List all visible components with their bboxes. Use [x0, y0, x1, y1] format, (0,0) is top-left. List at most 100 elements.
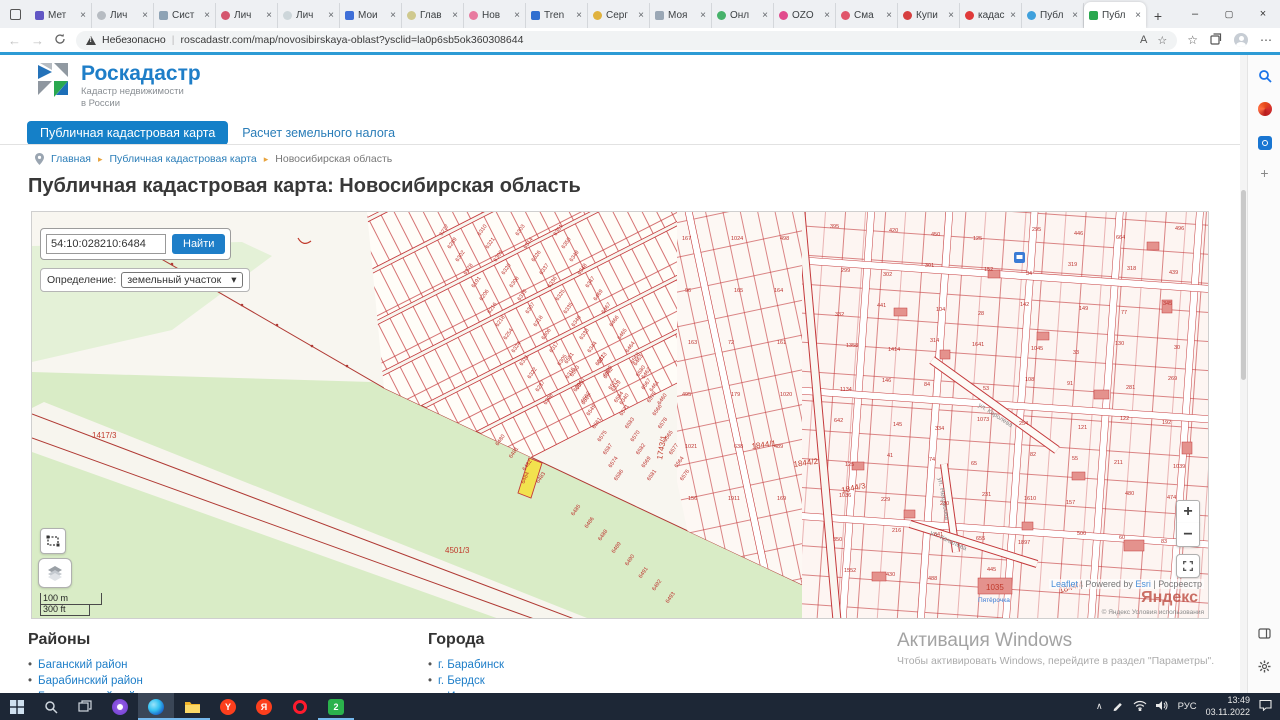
- browser-tab[interactable]: Лич×: [278, 3, 340, 28]
- scrollbar-thumb[interactable]: [1241, 190, 1246, 380]
- city-link[interactable]: г. Барабинск: [438, 659, 504, 671]
- tab-public-map[interactable]: Публичная кадастровая карта: [27, 121, 228, 145]
- fullscreen-button[interactable]: [1176, 554, 1200, 578]
- notification-icon[interactable]: [1259, 698, 1272, 716]
- city-link[interactable]: г. Бердск: [438, 675, 485, 687]
- browser-tab[interactable]: Tren×: [526, 3, 588, 28]
- tab-close-icon[interactable]: ×: [1135, 10, 1141, 21]
- browser-tab[interactable]: Публ×: [1022, 3, 1084, 28]
- browser-tab[interactable]: Моя×: [650, 3, 712, 28]
- district-link[interactable]: Барабинский район: [38, 675, 143, 687]
- yandex-terms[interactable]: © Яндекс Условия использования: [1102, 609, 1204, 616]
- sidebar-search-icon[interactable]: [1256, 67, 1273, 84]
- volume-icon[interactable]: [1156, 698, 1169, 716]
- tab-close-icon[interactable]: ×: [390, 10, 396, 21]
- taskbar-search-icon[interactable]: [34, 693, 68, 720]
- zoom-out-button[interactable]: −: [1176, 523, 1200, 547]
- browser-tab[interactable]: Лич×: [216, 3, 278, 28]
- sidebar-office-icon[interactable]: [1256, 100, 1273, 117]
- map-label: 664: [1116, 235, 1125, 241]
- sidebar-outlook-icon[interactable]: [1256, 134, 1273, 151]
- browser-tab[interactable]: Купи ×: [898, 3, 960, 28]
- tab-close-icon[interactable]: ×: [1010, 10, 1016, 21]
- close-button[interactable]: ×: [1246, 0, 1280, 28]
- tray-expand-icon[interactable]: ∧: [1096, 701, 1103, 712]
- tab-close-icon[interactable]: ×: [1072, 10, 1078, 21]
- address-bar[interactable]: Небезопасно | roscadastr.com/map/novosib…: [76, 31, 1177, 50]
- browser-tab[interactable]: OZO×: [774, 3, 836, 28]
- browser-tab[interactable]: Мет×: [30, 3, 92, 28]
- tab-close-icon[interactable]: ×: [204, 10, 210, 21]
- tab-close-icon[interactable]: ×: [886, 10, 892, 21]
- draw-tool-button[interactable]: [40, 528, 66, 554]
- tab-close-icon[interactable]: ×: [80, 10, 86, 21]
- favorite-star-icon[interactable]: ☆: [1157, 34, 1167, 47]
- esri-link[interactable]: Esri: [1135, 579, 1151, 589]
- site-name[interactable]: Роскадастр: [81, 62, 201, 86]
- browser-tab[interactable]: Глав×: [402, 3, 464, 28]
- sidebar-panel-icon[interactable]: [1256, 625, 1273, 642]
- back-icon[interactable]: ←: [8, 33, 21, 48]
- new-tab-button[interactable]: +: [1146, 4, 1170, 28]
- map-label: 230: [940, 501, 949, 507]
- read-aloud-icon[interactable]: A: [1140, 34, 1147, 46]
- tab-close-icon[interactable]: ×: [452, 10, 458, 21]
- wifi-icon[interactable]: [1133, 698, 1147, 716]
- profile-avatar[interactable]: [1234, 33, 1248, 47]
- crumb-home[interactable]: Главная: [51, 153, 91, 165]
- app-opera[interactable]: [282, 693, 318, 720]
- tab-close-icon[interactable]: ×: [948, 10, 954, 21]
- cadastral-search-input[interactable]: [46, 234, 166, 254]
- tab-label: Купи: [916, 10, 944, 21]
- app-2gis[interactable]: 2: [318, 693, 354, 720]
- layers-button[interactable]: [38, 558, 72, 588]
- zoom-in-button[interactable]: +: [1176, 500, 1200, 524]
- browser-tab[interactable]: Серг×: [588, 3, 650, 28]
- start-button[interactable]: [0, 693, 34, 720]
- browser-tab[interactable]: кадас×: [960, 3, 1022, 28]
- pen-icon[interactable]: [1112, 698, 1124, 716]
- tab-close-icon[interactable]: ×: [824, 10, 830, 21]
- tab-land-tax[interactable]: Расчет земельного налога: [242, 126, 395, 140]
- task-view-icon[interactable]: [68, 693, 102, 720]
- page-scrollbar[interactable]: [1240, 55, 1247, 693]
- taskbar-clock[interactable]: 13:4903.11.2022: [1206, 695, 1250, 718]
- language-indicator[interactable]: РУС: [1178, 701, 1197, 712]
- tab-close-icon[interactable]: ×: [142, 10, 148, 21]
- tab-close-icon[interactable]: ×: [638, 10, 644, 21]
- favorites-hub-icon[interactable]: ☆: [1187, 33, 1198, 47]
- minimize-button[interactable]: –: [1178, 0, 1212, 28]
- tab-close-icon[interactable]: ×: [762, 10, 768, 21]
- tab-close-icon[interactable]: ×: [576, 10, 582, 21]
- tab-actions-icon[interactable]: [0, 0, 30, 28]
- browser-tab[interactable]: Лич×: [92, 3, 154, 28]
- browser-tab[interactable]: Публ×: [1084, 2, 1146, 28]
- crumb-map[interactable]: Публичная кадастровая карта: [110, 153, 257, 165]
- app-yandex[interactable]: Я: [246, 693, 282, 720]
- app-alice[interactable]: [102, 693, 138, 720]
- refresh-icon[interactable]: [54, 33, 66, 48]
- browser-tab[interactable]: Нов×: [464, 3, 526, 28]
- browser-tab[interactable]: Мои×: [340, 3, 402, 28]
- forward-icon[interactable]: →: [31, 33, 44, 48]
- map-container[interactable]: 1417/34501/31743/11844/11844/21844/31844…: [31, 211, 1209, 619]
- browser-tab[interactable]: Онл×: [712, 3, 774, 28]
- app-yandex-browser[interactable]: Y: [210, 693, 246, 720]
- restore-button[interactable]: ▢: [1212, 0, 1246, 28]
- sidebar-settings-gear-icon[interactable]: [1256, 658, 1273, 675]
- sidebar-add-icon[interactable]: +: [1256, 164, 1273, 181]
- tab-close-icon[interactable]: ×: [514, 10, 520, 21]
- map-search-button[interactable]: Найти: [172, 234, 225, 254]
- leaflet-link[interactable]: Leaflet: [1051, 579, 1078, 589]
- definition-select[interactable]: земельный участок ▾: [121, 272, 242, 288]
- browser-tab[interactable]: Сма×: [836, 3, 898, 28]
- tab-close-icon[interactable]: ×: [266, 10, 272, 21]
- collections-icon[interactable]: [1210, 33, 1222, 48]
- browser-tab[interactable]: Сист×: [154, 3, 216, 28]
- tab-close-icon[interactable]: ×: [700, 10, 706, 21]
- district-link[interactable]: Баганский район: [38, 659, 127, 671]
- tab-close-icon[interactable]: ×: [328, 10, 334, 21]
- app-file-explorer[interactable]: [174, 693, 210, 720]
- more-menu-icon[interactable]: ⋯: [1260, 33, 1272, 47]
- app-edge[interactable]: [138, 693, 174, 720]
